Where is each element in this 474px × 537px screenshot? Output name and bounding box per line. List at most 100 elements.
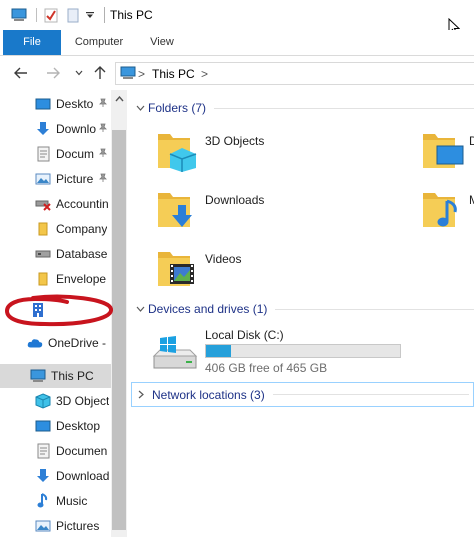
sidebar-item-label: Pictures xyxy=(56,519,100,533)
address-bar[interactable]: > This PC > xyxy=(115,62,474,85)
folders-group-header[interactable]: Folders (7) xyxy=(136,99,474,117)
sidebar-item-3d-objects[interactable]: 3D Object xyxy=(0,389,112,413)
folder-music[interactable] xyxy=(421,187,465,231)
folder-label: 3D Objects xyxy=(205,134,265,148)
downloads-folder-icon xyxy=(158,193,192,227)
group-label: Folders (7) xyxy=(148,101,207,115)
main-content: Folders (7) 3D Objects D Downloads Video… xyxy=(130,90,474,537)
folder-label: Videos xyxy=(205,252,242,266)
sidebar-item-label: Downlo xyxy=(56,122,97,136)
navigation-bar: > This PC > xyxy=(0,56,474,90)
ribbon-tabs: File Computer View xyxy=(0,30,474,56)
download-arrow-icon xyxy=(35,468,51,484)
tab-view[interactable]: View xyxy=(140,30,184,55)
desktop-folder-icon xyxy=(423,134,464,168)
title-separator xyxy=(104,7,105,23)
new-folder-icon[interactable] xyxy=(64,6,82,24)
customize-toolbar-dropdown-icon[interactable] xyxy=(84,6,96,24)
properties-checkmark-icon[interactable] xyxy=(42,6,60,24)
sidebar-item-label: Music xyxy=(56,494,88,508)
desktop-icon xyxy=(35,96,51,112)
drive-usage-bar xyxy=(205,344,401,358)
sidebar-item-music[interactable]: Music xyxy=(0,489,112,513)
download-arrow-icon xyxy=(35,121,51,137)
music-note-icon xyxy=(35,493,51,509)
network-drive-icon xyxy=(35,246,51,262)
sidebar-item-label: Envelope xyxy=(56,272,107,286)
this-pc-icon xyxy=(120,66,136,83)
drive-local-disk[interactable] xyxy=(150,334,200,374)
sidebar-item-downloads-pinned[interactable]: Downlo xyxy=(0,117,112,141)
sidebar-item-desktop[interactable]: Desktop xyxy=(0,414,112,438)
pictures-icon xyxy=(35,171,51,187)
recent-locations-chevron-icon[interactable] xyxy=(70,64,88,82)
group-divider xyxy=(275,308,474,310)
scrollbar-thumb[interactable] xyxy=(112,130,126,530)
folder-videos[interactable] xyxy=(156,246,200,290)
group-divider xyxy=(214,107,474,109)
sidebar-item-label: Deskto xyxy=(56,97,94,111)
collapse-chevron-icon[interactable] xyxy=(136,304,148,315)
address-separator[interactable]: > xyxy=(201,67,208,81)
this-pc-icon xyxy=(30,368,46,384)
back-arrow-icon[interactable] xyxy=(12,64,30,82)
network-drive-disconnected-icon xyxy=(35,196,51,212)
sidebar-item-label: Download xyxy=(56,469,110,483)
3d-objects-icon xyxy=(35,393,51,409)
sidebar-item-downloads[interactable]: Download xyxy=(0,464,112,488)
pin-icon xyxy=(98,148,108,161)
title-divider xyxy=(33,6,39,24)
folder-downloads[interactable] xyxy=(156,187,200,231)
collapse-chevron-icon[interactable] xyxy=(136,103,148,114)
title-bar: This PC xyxy=(0,0,474,36)
breadcrumb-this-pc[interactable]: This PC xyxy=(152,67,195,81)
sidebar-item-label: Company xyxy=(56,222,108,236)
onedrive-cloud-icon xyxy=(27,335,43,351)
folder-desktop[interactable] xyxy=(421,128,465,172)
folder-label: D xyxy=(469,134,474,148)
folder-label: M xyxy=(469,193,474,207)
sidebar-item-label: 3D Object xyxy=(56,394,110,408)
folder-3d-objects[interactable] xyxy=(156,128,200,172)
sidebar-item-envelope[interactable]: Envelope xyxy=(0,267,112,291)
sidebar-item-pictures[interactable]: Pictures xyxy=(0,514,112,537)
navigation-pane-scrollbar[interactable] xyxy=(111,90,127,537)
devices-group-header[interactable]: Devices and drives (1) xyxy=(136,300,474,318)
drive-label: Local Disk (C:) xyxy=(205,328,284,342)
tab-computer[interactable]: Computer xyxy=(66,30,132,55)
address-separator[interactable]: > xyxy=(138,67,145,81)
folder-icon xyxy=(35,271,51,287)
this-pc-app-icon[interactable] xyxy=(10,6,28,24)
3d-objects-folder-icon xyxy=(158,134,197,172)
sidebar-item-label: OneDrive - xyxy=(48,336,107,350)
sidebar-item-label: Picture xyxy=(56,172,94,186)
scroll-up-chevron-icon[interactable] xyxy=(111,92,127,108)
sidebar-item-documents[interactable]: Documen xyxy=(0,439,112,463)
sidebar-item-pictures-pinned[interactable]: Picture xyxy=(0,167,112,191)
drive-usage-fill xyxy=(206,345,231,357)
sidebar-item-label: Documen xyxy=(56,444,108,458)
document-icon xyxy=(35,146,51,162)
network-locations-group-header[interactable]: Network locations (3) xyxy=(131,382,474,407)
folder-label: Downloads xyxy=(205,193,265,207)
group-label: Devices and drives (1) xyxy=(148,302,268,316)
sidebar-item-onedrive[interactable]: OneDrive - xyxy=(0,331,112,355)
sidebar-item-label: This PC xyxy=(51,369,94,383)
expand-chevron-icon[interactable] xyxy=(132,388,148,402)
sidebar-item-documents-pinned[interactable]: Docum xyxy=(0,142,112,166)
group-divider xyxy=(272,394,469,395)
up-arrow-icon[interactable] xyxy=(91,64,109,82)
sidebar-item-label: Docum xyxy=(56,147,95,161)
tab-file[interactable]: File xyxy=(3,30,61,55)
desktop-icon xyxy=(35,418,51,434)
sidebar-item-company[interactable]: Company xyxy=(0,217,112,241)
pin-icon xyxy=(98,173,108,186)
forward-arrow-icon[interactable] xyxy=(44,64,62,82)
sidebar-item-label: Database xyxy=(56,247,108,261)
document-icon xyxy=(35,443,51,459)
sidebar-item-desktop-pinned[interactable]: Deskto xyxy=(0,92,112,116)
sidebar-item-this-pc[interactable]: This PC xyxy=(0,364,112,388)
sidebar-item-accounting[interactable]: Accountin xyxy=(0,192,112,216)
sidebar-item-label: Desktop xyxy=(56,419,101,433)
sidebar-item-database[interactable]: Database xyxy=(0,242,112,266)
